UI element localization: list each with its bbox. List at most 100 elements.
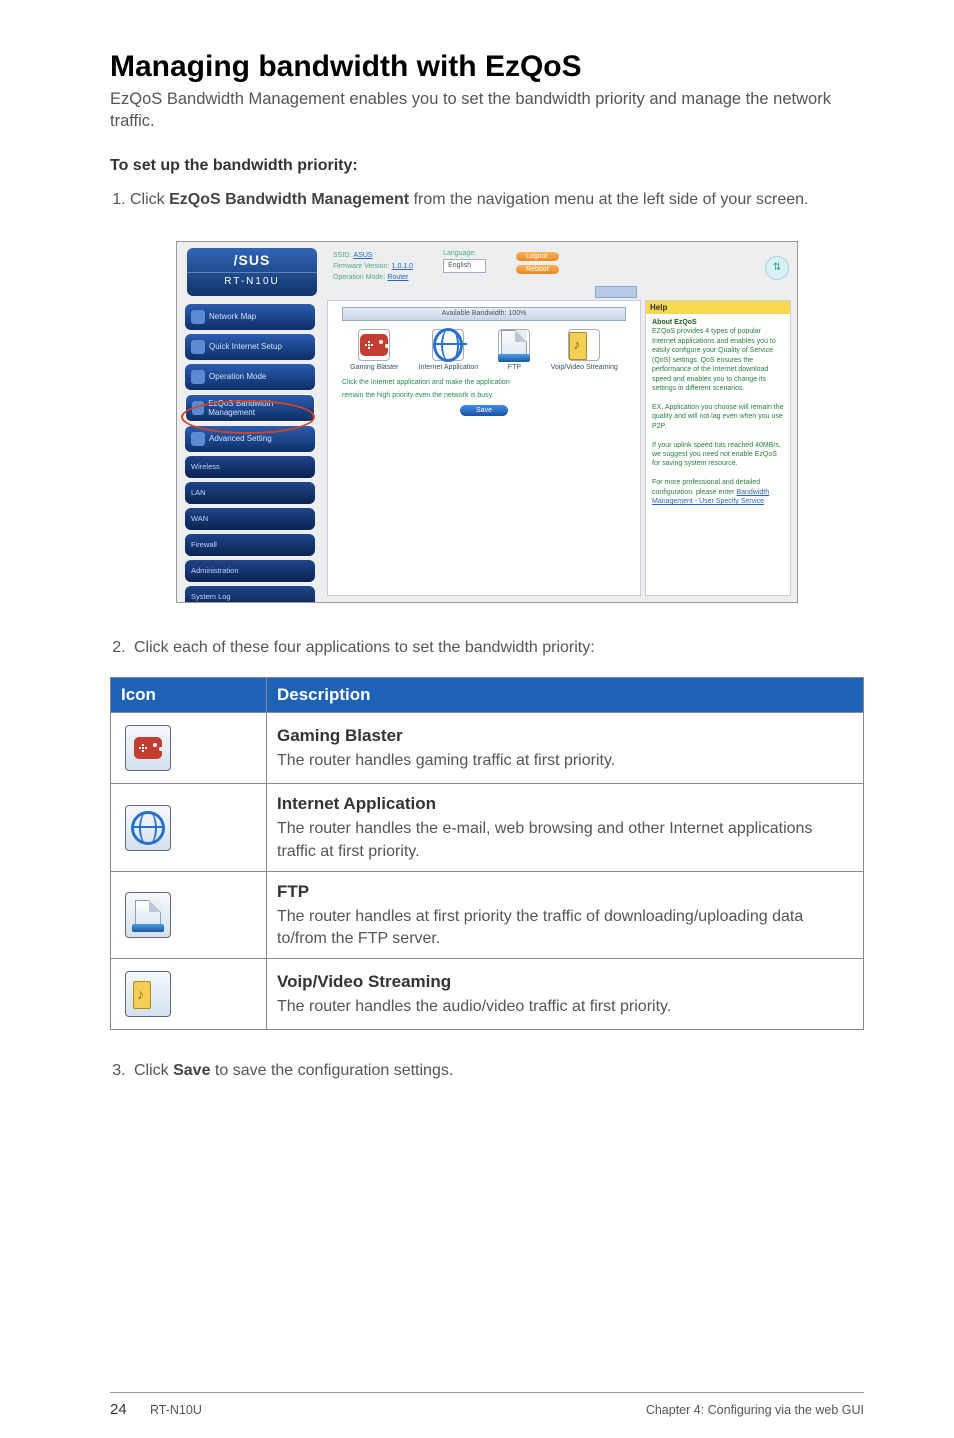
cell-icon xyxy=(111,713,267,784)
media-icon xyxy=(133,979,163,1009)
th-icon: Icon xyxy=(111,678,267,713)
instruction-line-2: remain the high priority even the networ… xyxy=(342,392,626,399)
footer-model: RT-N10U xyxy=(150,1403,202,1417)
router-logo: /SUS RT-N10U xyxy=(187,248,317,296)
sidebar-item-admin[interactable]: Administration xyxy=(185,560,315,582)
model-name: RT-N10U xyxy=(187,272,317,287)
lang-label: Language: xyxy=(443,250,486,257)
mode-icon xyxy=(191,370,205,384)
app-label: Voip/Video Streaming xyxy=(551,364,618,371)
sidebar-label: Network Map xyxy=(209,312,256,321)
row-title: Gaming Blaster xyxy=(277,724,853,748)
sidebar-item-lan[interactable]: LAN xyxy=(185,482,315,504)
sidebar-label: System Log xyxy=(191,592,231,601)
help-panel: Help About EzQoS EZQoS provides 4 types … xyxy=(645,300,791,596)
reboot-button[interactable]: Reboot xyxy=(516,265,559,274)
help-text-2: EX. Application you choose will remain t… xyxy=(652,404,784,430)
sidebar-label: Administration xyxy=(191,566,239,575)
row-title: Internet Application xyxy=(277,792,853,816)
router-ui-screenshot: /SUS RT-N10U SSID: ASUS Firmware Version… xyxy=(176,241,798,603)
fw-value: 1.0.1.0 xyxy=(392,263,413,270)
app-voip[interactable]: Voip/Video Streaming xyxy=(551,329,618,371)
table-row: Voip/Video Streaming The router handles … xyxy=(111,959,864,1030)
gaming-icon xyxy=(134,737,162,759)
sidebar-item-quick-setup[interactable]: Quick Internet Setup xyxy=(185,334,315,360)
bandwidth-bar: Available Bandwidth: 100% xyxy=(342,307,626,321)
logout-button[interactable]: Logout xyxy=(516,252,559,261)
opmode-value: Router xyxy=(387,274,408,281)
gaming-icon xyxy=(360,334,388,356)
step-1: Click EzQoS Bandwidth Management from th… xyxy=(130,189,864,211)
step-3: Click Save to save the configuration set… xyxy=(130,1060,864,1082)
table-row: Gaming Blaster The router handles gaming… xyxy=(111,713,864,784)
footer-chapter: Chapter 4: Configuring via the web GUI xyxy=(646,1403,864,1417)
page-number: 24 xyxy=(110,1401,150,1418)
sidebar-label: Firewall xyxy=(191,540,217,549)
adv-icon xyxy=(191,432,205,446)
sidebar-item-wireless[interactable]: Wireless xyxy=(185,456,315,478)
sidebar-label: LAN xyxy=(191,488,206,497)
row-desc: The router handles the audio/video traff… xyxy=(277,998,671,1015)
cell-icon xyxy=(111,959,267,1030)
cell-desc: FTP The router handles at first priority… xyxy=(267,871,864,959)
language-select[interactable]: English xyxy=(443,259,486,273)
fw-label: Firmware Version: xyxy=(333,263,389,270)
main-panel: Available Bandwidth: 100% Gaming Blaster… xyxy=(327,300,641,596)
step1-text-after: from the navigation menu at the left sid… xyxy=(409,191,808,208)
sidebar-item-syslog[interactable]: System Log xyxy=(185,586,315,603)
step3-text-after: to save the configuration settings. xyxy=(210,1062,453,1079)
app-gaming[interactable]: Gaming Blaster xyxy=(350,329,398,371)
top-info-bar: SSID: ASUS Firmware Version: 1.0.1.0 Ope… xyxy=(327,246,793,300)
help-text-3: If your uplink speed has reached 40MB/s,… xyxy=(652,442,781,468)
step-2: Click each of these four applications to… xyxy=(130,637,864,659)
sidebar-item-firewall[interactable]: Firewall xyxy=(185,534,315,556)
sidebar-label: Wireless xyxy=(191,462,220,471)
procedure-heading: To set up the bandwidth priority: xyxy=(110,157,864,175)
row-desc: The router handles at first priority the… xyxy=(277,908,803,947)
globe-icon xyxy=(131,811,165,845)
app-internet[interactable]: Internet Application xyxy=(419,329,479,371)
ftp-icon xyxy=(501,330,527,360)
step1-bold: EzQoS Bandwidth Management xyxy=(169,191,409,208)
setup-icon xyxy=(191,340,205,354)
save-button[interactable]: Save xyxy=(460,405,508,416)
ftp-icon xyxy=(135,900,161,930)
row-desc: The router handles gaming traffic at fir… xyxy=(277,752,615,769)
ssid-label: SSID: xyxy=(333,252,351,259)
qos-icon xyxy=(192,401,204,415)
cell-desc: Voip/Video Streaming The router handles … xyxy=(267,959,864,1030)
opmode-label: Operation Mode: xyxy=(333,274,385,281)
decorative-bar xyxy=(595,286,637,298)
table-row: Internet Application The router handles … xyxy=(111,784,864,872)
sidebar-label: Quick Internet Setup xyxy=(209,342,282,351)
icon-description-table: Icon Description Gaming Blaster The rout… xyxy=(110,677,864,1030)
sidebar-label: WAN xyxy=(191,514,208,523)
step1-text-before: Click xyxy=(130,191,169,208)
ssid-value: ASUS xyxy=(354,252,373,259)
page-title: Managing bandwidth with EzQoS xyxy=(110,50,864,84)
sidebar-item-advanced[interactable]: Advanced Setting xyxy=(185,426,315,452)
sidebar-label: Operation Mode xyxy=(209,372,266,381)
step3-bold: Save xyxy=(173,1062,210,1079)
cell-desc: Internet Application The router handles … xyxy=(267,784,864,872)
media-icon xyxy=(569,330,599,360)
sidebar-nav: Network Map Quick Internet Setup Operati… xyxy=(185,304,315,603)
intro-paragraph: EzQoS Bandwidth Management enables you t… xyxy=(110,88,864,133)
sidebar-item-op-mode[interactable]: Operation Mode xyxy=(185,364,315,390)
row-title: Voip/Video Streaming xyxy=(277,970,853,994)
row-title: FTP xyxy=(277,880,853,904)
sidebar-item-network-map[interactable]: Network Map xyxy=(185,304,315,330)
step3-text-before: Click xyxy=(134,1062,173,1079)
app-ftp[interactable]: FTP xyxy=(498,329,530,371)
cell-desc: Gaming Blaster The router handles gaming… xyxy=(267,713,864,784)
sidebar-item-ezqos[interactable]: EzQoS Bandwidth Management xyxy=(185,394,315,422)
table-row: FTP The router handles at first priority… xyxy=(111,871,864,959)
map-icon xyxy=(191,310,205,324)
instruction-line-1: Click the Internet application and make … xyxy=(342,379,626,386)
sidebar-item-wan[interactable]: WAN xyxy=(185,508,315,530)
sidebar-label: Advanced Setting xyxy=(209,434,272,443)
sidebar-label: EzQoS Bandwidth Management xyxy=(208,399,308,417)
help-about-title: About EzQoS xyxy=(652,319,697,326)
cell-icon xyxy=(111,784,267,872)
help-header: Help xyxy=(646,301,790,314)
